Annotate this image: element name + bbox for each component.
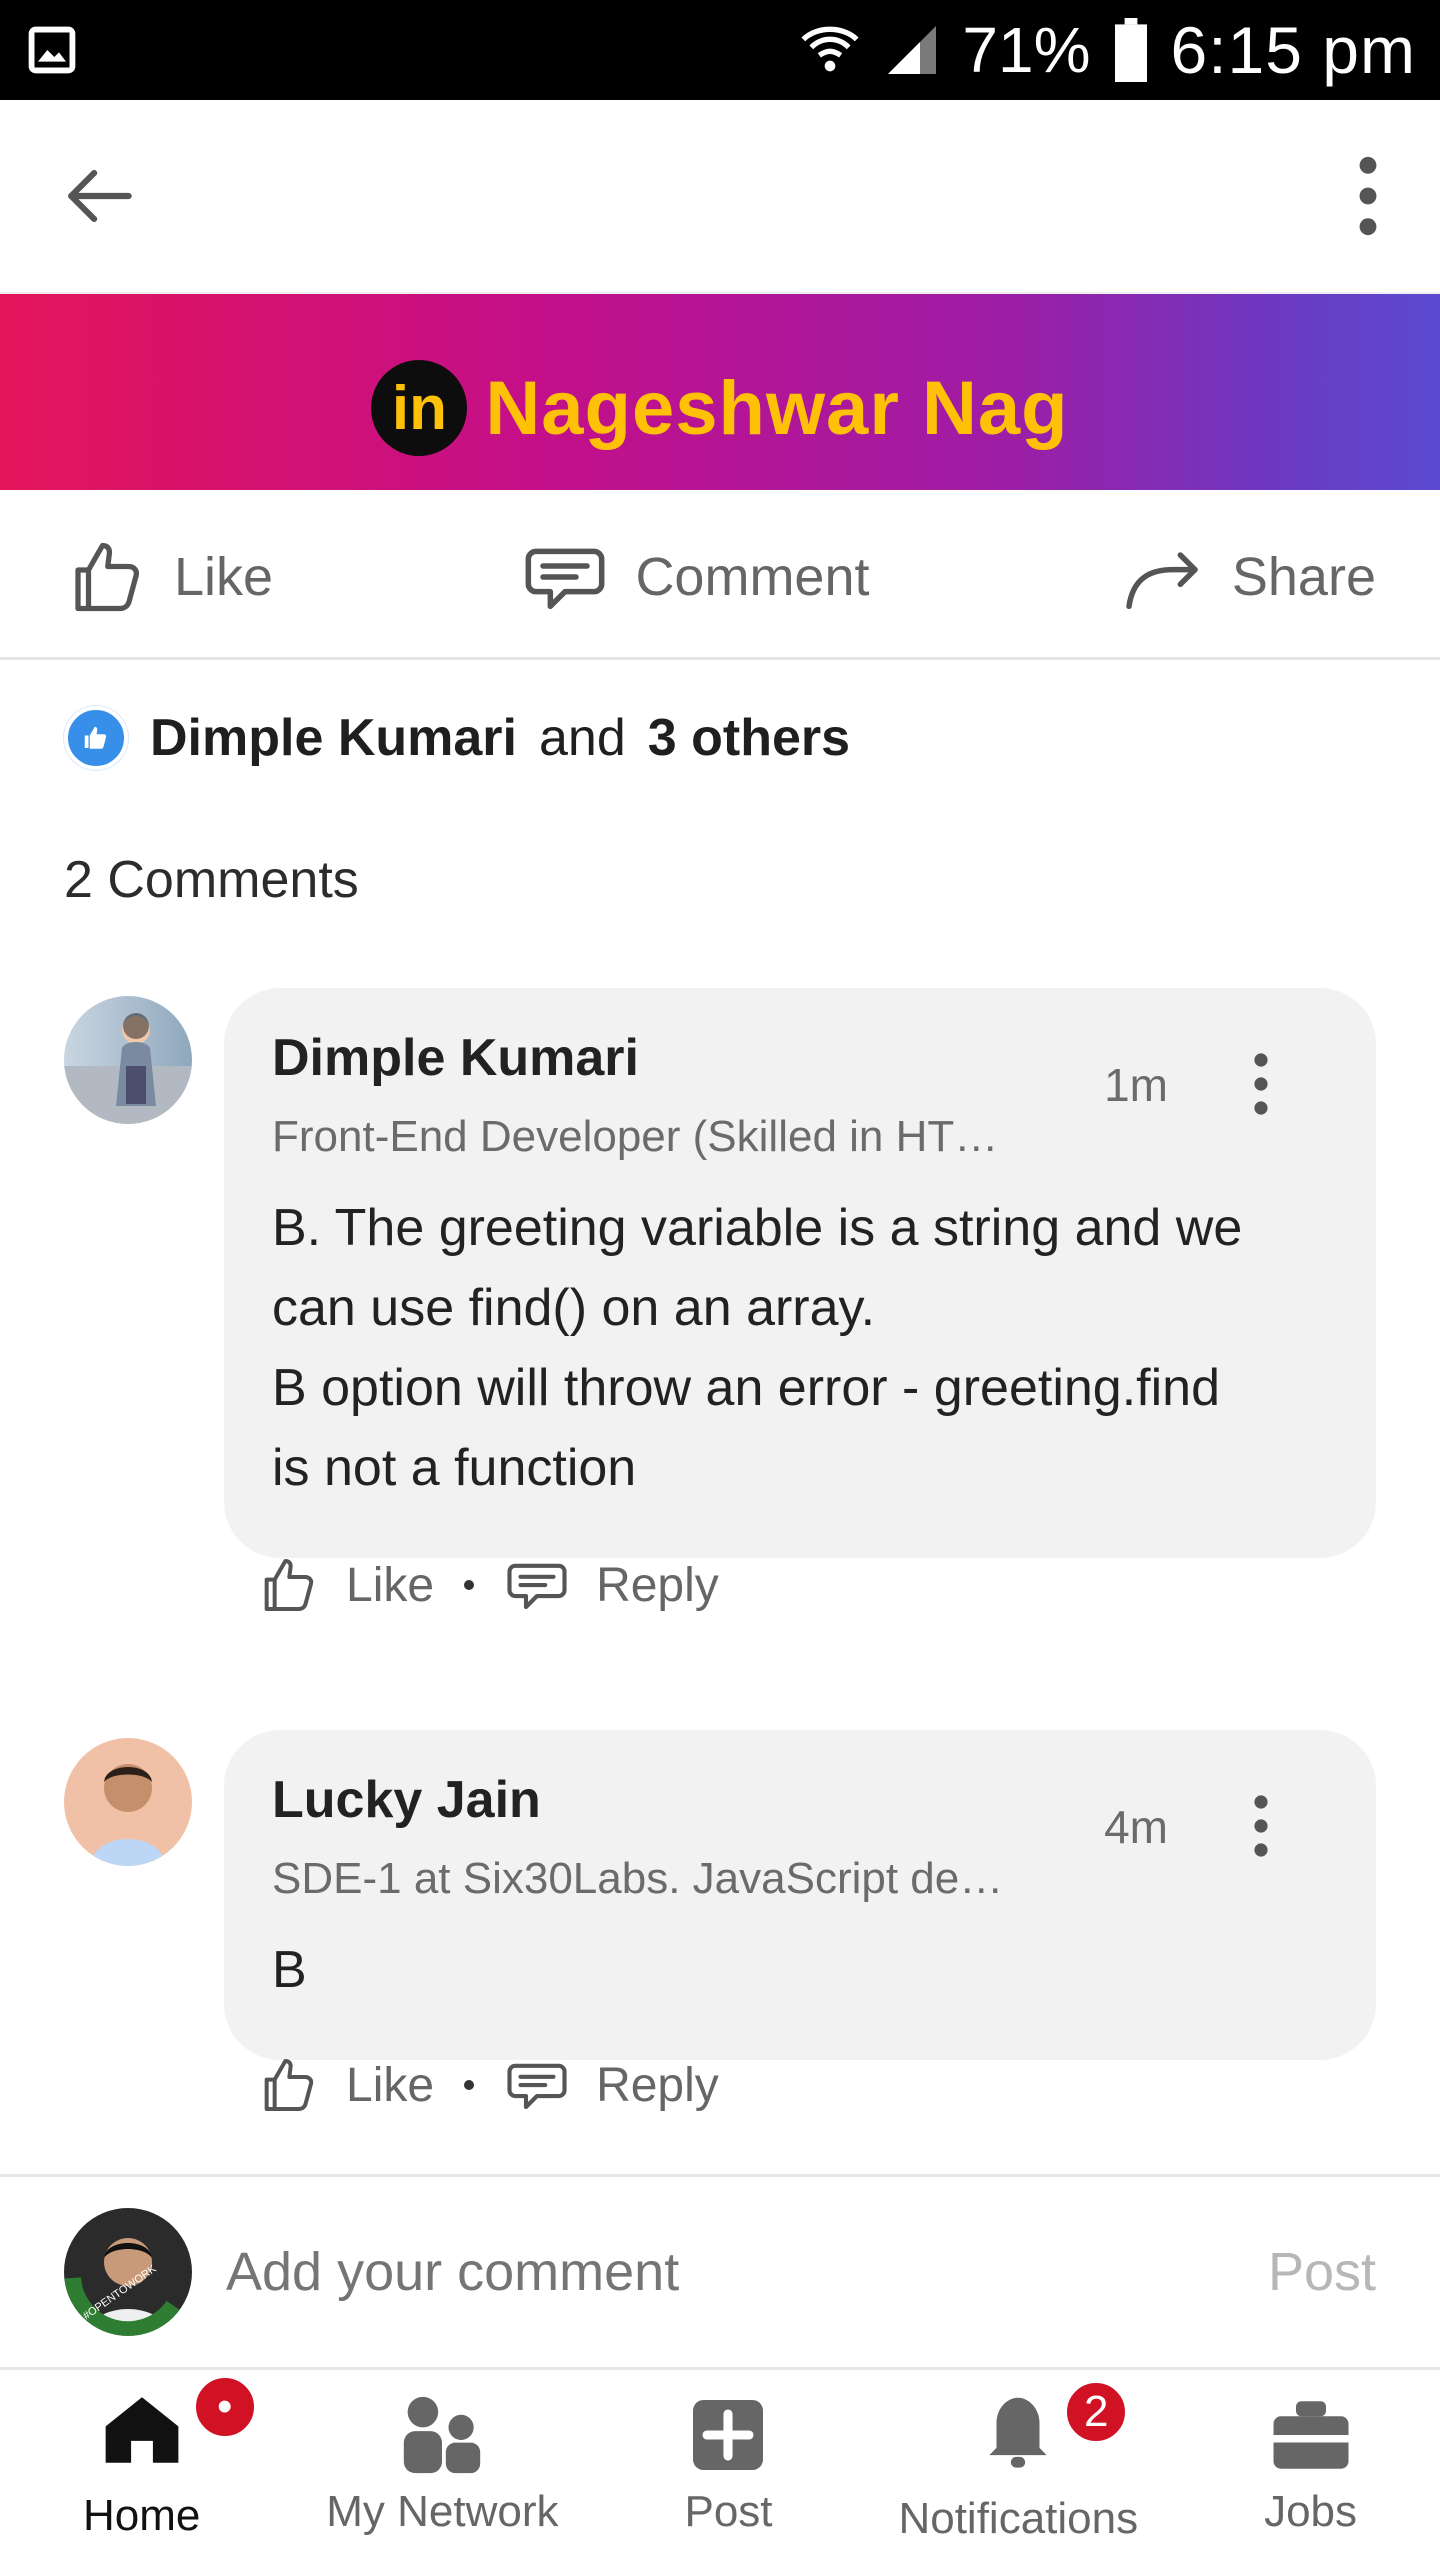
- like-button[interactable]: Like: [64, 535, 273, 619]
- nav-home-label: Home: [82, 2490, 201, 2540]
- commenter-name[interactable]: Lucky Jain: [272, 1770, 1328, 1830]
- comment-more-button[interactable]: [1246, 1790, 1276, 1862]
- signal-icon: [880, 18, 944, 82]
- speech-bubble-icon: [526, 548, 605, 609]
- battery-percentage: 71%: [962, 14, 1091, 86]
- home-icon: [105, 2396, 179, 2463]
- nav-home[interactable]: • Home: [82, 2371, 260, 2541]
- more-vertical-icon: [1359, 156, 1377, 236]
- nav-jobs[interactable]: Jobs: [1264, 2393, 1357, 2537]
- briefcase-icon: [1273, 2401, 1349, 2469]
- commenter-subtitle: SDE-1 at Six30Labs. JavaScript de…: [272, 1854, 1004, 1903]
- comment-button[interactable]: Comment: [521, 533, 870, 621]
- speech-bubble-icon: [507, 2063, 567, 2110]
- status-bar: 71% 6:15 pm: [0, 0, 1440, 100]
- comment-header: Lucky Jain SDE-1 at Six30Labs. JavaScrip…: [272, 1770, 1328, 1930]
- thumbs-up-icon: [264, 1559, 314, 1611]
- bell-icon: [989, 2397, 1047, 2468]
- comment-bubble[interactable]: Dimple Kumari Front-End Developer (Skill…: [224, 988, 1376, 1558]
- reaction-connector: and: [538, 709, 626, 767]
- nav-post-label: Post: [684, 2487, 773, 2536]
- my-avatar[interactable]: #OPENTOWORK: [64, 2208, 192, 2336]
- comment-input[interactable]: [224, 2240, 1208, 2304]
- comment-text: B. The greeting variable is a string and…: [272, 1188, 1328, 1508]
- wifi-icon: [798, 18, 862, 82]
- reaction-name: Dimple Kumari: [150, 709, 517, 767]
- arrow-left-icon: [68, 169, 132, 223]
- share-label: Share: [1231, 546, 1376, 607]
- thumbs-up-icon: [75, 542, 140, 611]
- nav-jobs-label: Jobs: [1264, 2487, 1358, 2536]
- comment-actions: Like Reply: [256, 1552, 719, 1618]
- like-reaction-icon: [64, 706, 128, 770]
- nav-my-network-label: My Network: [326, 2487, 559, 2536]
- clock: 6:15 pm: [1170, 13, 1416, 87]
- more-vertical-icon: [1254, 1795, 1268, 1857]
- comment-header: Dimple Kumari Front-End Developer (Skill…: [272, 1028, 1328, 1188]
- comment-actions: Like Reply: [256, 2052, 719, 2118]
- speech-bubble-icon: [507, 1563, 567, 1610]
- plus-square-icon: [693, 2400, 764, 2470]
- nav-notifications-label: Notifications: [898, 2493, 1139, 2543]
- avatar[interactable]: [64, 1738, 192, 1866]
- comment-line: can use find() on an array.: [272, 1279, 876, 1337]
- app-bar: [0, 100, 1440, 294]
- post-comment-button[interactable]: Post: [1268, 2241, 1376, 2303]
- status-right: 71% 6:15 pm: [798, 12, 1416, 88]
- comment-like-label: Like: [346, 2058, 435, 2112]
- composer-left: #OPENTOWORK: [64, 2208, 1208, 2336]
- avatar[interactable]: [64, 996, 192, 1124]
- gallery-icon: [24, 22, 80, 78]
- home-badge: •: [189, 2371, 260, 2442]
- overflow-menu-button[interactable]: [1348, 150, 1388, 242]
- comment-line: B: [272, 1941, 307, 1999]
- comments-count: 2 Comments: [64, 851, 359, 909]
- comment-more-button[interactable]: [1246, 1048, 1276, 1120]
- share-arrow-icon: [1126, 551, 1198, 609]
- nav-my-network[interactable]: My Network: [326, 2393, 559, 2537]
- people-icon: [404, 2396, 481, 2474]
- reactions-summary[interactable]: Dimple Kumari and 3 others: [64, 706, 850, 770]
- comment-time: 1m: [1104, 1059, 1168, 1111]
- share-button[interactable]: Share: [1118, 533, 1376, 621]
- comment-bubble[interactable]: Lucky Jain SDE-1 at Six30Labs. JavaScrip…: [224, 1730, 1376, 2060]
- comment-like-label: Like: [346, 1558, 435, 1612]
- comment-line: B option will throw an error - greeting.…: [272, 1359, 1221, 1417]
- bottom-navigation: • Home My Network Post 2 Notifications J…: [0, 2370, 1440, 2560]
- comment-composer: #OPENTOWORK Post: [0, 2174, 1440, 2370]
- post-actions: Like Comment Share: [0, 496, 1440, 660]
- commenter-subtitle: Front-End Developer (Skilled in HT…: [272, 1112, 999, 1161]
- thumbs-up-icon: [264, 2059, 314, 2111]
- battery-icon: [1109, 18, 1153, 82]
- separator-dot: [464, 2080, 475, 2090]
- comment-label: Comment: [635, 546, 870, 607]
- reaction-others: 3 others: [647, 709, 851, 767]
- status-left: [24, 22, 80, 78]
- post-author-name: Nageshwar Nag: [485, 365, 1069, 451]
- post-banner: in Nageshwar Nag: [0, 294, 1440, 490]
- linkedin-logo: in: [371, 360, 468, 456]
- more-vertical-icon: [1254, 1053, 1268, 1115]
- comment-text: B: [272, 1930, 1328, 2010]
- separator-dot: [464, 1580, 475, 1590]
- nav-post[interactable]: Post: [684, 2393, 773, 2537]
- comment-time: 4m: [1104, 1801, 1168, 1853]
- comment-like-button[interactable]: Like: [256, 1553, 434, 1617]
- comment-reply-label: Reply: [596, 2058, 719, 2112]
- back-button[interactable]: [52, 150, 144, 242]
- commenter-name[interactable]: Dimple Kumari: [272, 1028, 1328, 1088]
- comment-line: is not a function: [272, 1439, 637, 1497]
- banner-content: in Nageshwar Nag: [371, 360, 1068, 456]
- comment-reply-button[interactable]: Reply: [504, 2052, 719, 2118]
- comment-reply-label: Reply: [596, 1558, 719, 1612]
- comment-line: B. The greeting variable is a string and…: [272, 1199, 1243, 1257]
- like-label: Like: [174, 546, 274, 607]
- comment-like-button[interactable]: Like: [256, 2053, 434, 2117]
- comment-reply-button[interactable]: Reply: [504, 1552, 719, 1618]
- nav-notifications[interactable]: 2 Notifications: [898, 2376, 1139, 2544]
- notifications-badge: 2: [1061, 2376, 1132, 2447]
